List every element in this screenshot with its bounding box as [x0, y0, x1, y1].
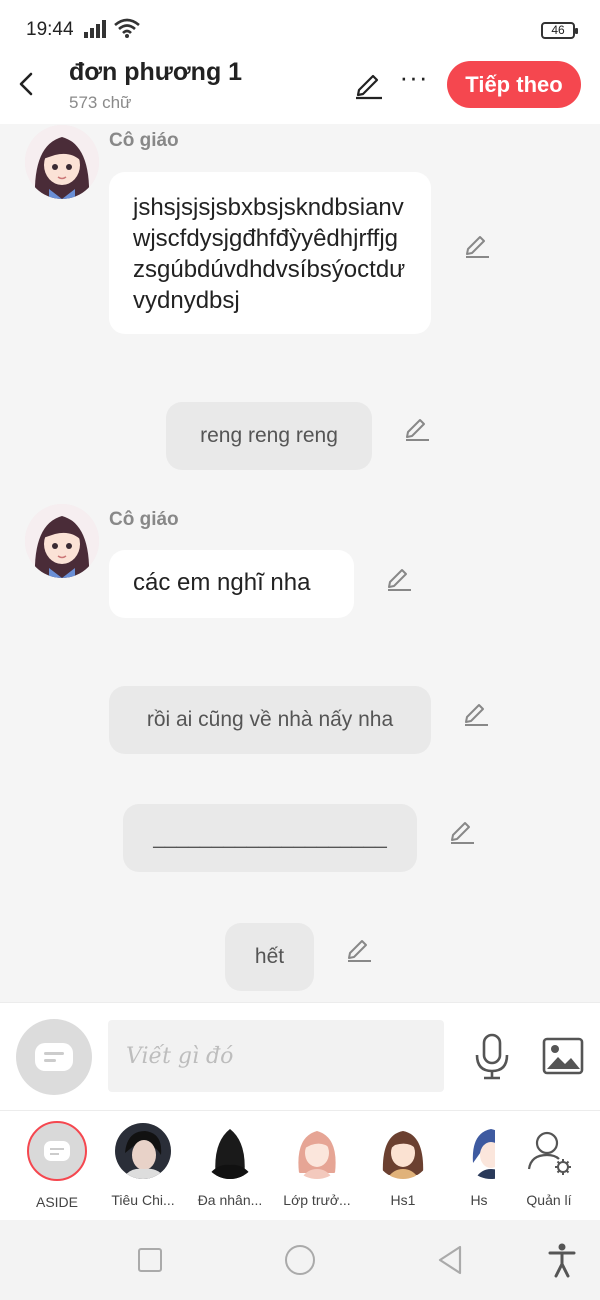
character-item[interactable]: Lớp trưở... [273, 1123, 361, 1208]
aside-toggle-button[interactable] [16, 1019, 92, 1095]
avatar[interactable] [25, 125, 99, 199]
status-time: 19:44 [26, 19, 74, 40]
microphone-icon[interactable] [472, 1033, 512, 1081]
story-header: đơn phương 1 573 chữ ··· Tiếp theo [0, 58, 600, 124]
manage-characters-button[interactable]: Quản lí [505, 1123, 593, 1208]
edit-title-button[interactable] [353, 68, 385, 100]
wifi-icon [114, 18, 140, 38]
character-name: ASIDE [35, 1194, 78, 1210]
narration-bubble[interactable]: ____________________ [123, 804, 417, 872]
next-button[interactable]: Tiếp theo [447, 61, 581, 108]
character-name: Đa nhân... [197, 1192, 263, 1208]
teacher-avatar-icon [25, 504, 99, 578]
accessibility-icon[interactable] [548, 1242, 576, 1278]
avatar [27, 1121, 87, 1181]
back-button[interactable] [12, 66, 42, 102]
character-item[interactable]: Hs [445, 1123, 495, 1208]
character-avatar-icon [289, 1123, 345, 1179]
edit-message-icon[interactable] [385, 563, 413, 591]
character-name: Hs [470, 1192, 488, 1208]
narration-bubble[interactable]: reng reng reng [166, 402, 372, 470]
user-settings-icon [527, 1131, 571, 1175]
message-bubble-icon [35, 1043, 73, 1071]
avatar [463, 1123, 495, 1179]
system-back-button[interactable] [436, 1244, 464, 1276]
avatar [375, 1123, 431, 1179]
avatar [289, 1123, 345, 1179]
status-bar: 19:44 46 [0, 0, 600, 58]
character-avatar-icon [115, 1123, 171, 1179]
chat-area: Cô giáo jshsjsjsjsbxbsjskndbsianvwjscfdy… [0, 124, 600, 1002]
story-title[interactable]: đơn phương 1 [69, 58, 242, 87]
edit-message-icon[interactable] [463, 230, 491, 258]
system-nav-bar [0, 1220, 600, 1300]
message-bubble[interactable]: jshsjsjsjsbxbsjskndbsianvwjscfdysjgđhfđỳ… [109, 172, 431, 334]
character-name: Tiêu Chi... [111, 1192, 175, 1208]
message-bubble[interactable]: các em nghĩ nha [109, 550, 354, 618]
edit-message-icon[interactable] [345, 934, 373, 962]
recent-apps-button[interactable] [138, 1248, 162, 1272]
image-icon[interactable] [542, 1036, 584, 1076]
signal-icon [84, 20, 106, 38]
character-item[interactable]: Đa nhân... [186, 1123, 274, 1208]
message-input-bar [0, 1002, 600, 1110]
word-count: 573 chữ [69, 93, 132, 112]
sender-name: Cô giáo [109, 509, 179, 530]
home-button[interactable] [285, 1245, 315, 1275]
character-aside[interactable]: ASIDE [13, 1121, 101, 1210]
character-name: Quản lí [526, 1192, 572, 1208]
narration-bubble[interactable]: hết [225, 923, 314, 991]
character-selector: ASIDE Tiêu Chi... Đa nhân... Lớp trưở...… [0, 1110, 600, 1220]
character-item[interactable]: Tiêu Chi... [99, 1123, 187, 1208]
avatar [115, 1123, 171, 1179]
character-avatar-icon [202, 1123, 258, 1179]
character-name: Hs1 [390, 1192, 416, 1208]
edit-message-icon[interactable] [462, 698, 490, 726]
character-avatar-icon [463, 1123, 495, 1179]
character-name: Lớp trưở... [283, 1192, 351, 1208]
message-input[interactable] [108, 1020, 444, 1092]
message-bubble-icon [44, 1141, 70, 1161]
avatar[interactable] [25, 504, 99, 578]
sender-name: Cô giáo [109, 130, 179, 151]
character-item[interactable]: Hs1 [359, 1123, 447, 1208]
edit-message-icon[interactable] [403, 413, 431, 441]
character-avatar-icon [375, 1123, 431, 1179]
teacher-avatar-icon [25, 125, 99, 199]
avatar [202, 1123, 258, 1179]
more-options-button[interactable]: ··· [398, 64, 430, 100]
narration-bubble[interactable]: rồi ai cũng về nhà nấy nha [109, 686, 431, 754]
edit-message-icon[interactable] [448, 816, 476, 844]
battery-indicator: 46 [541, 22, 578, 39]
